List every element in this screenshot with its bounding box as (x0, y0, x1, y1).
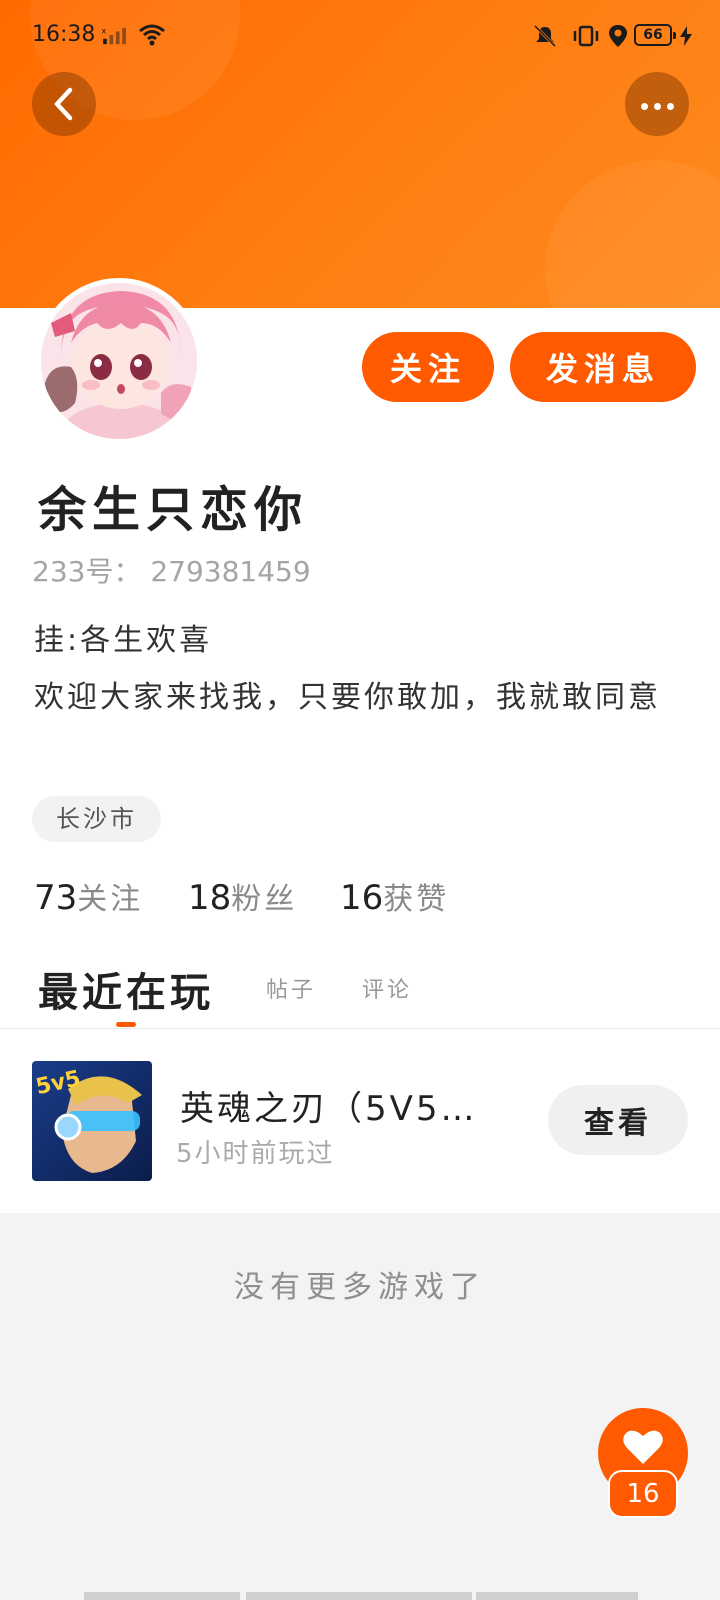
stat-label: 关注 (77, 882, 144, 917)
follow-button[interactable]: 关注 (362, 332, 494, 402)
game-list-item[interactable]: 5v5 英魂之刃（5V5… 5小时前玩过 查看 (0, 1029, 720, 1213)
stat-count: 73 (34, 878, 78, 918)
tab-posts[interactable]: 帖子 (266, 972, 316, 1004)
game-last-played: 5小时前玩过 (176, 1139, 335, 1169)
like-count-badge: 16 (608, 1470, 678, 1518)
bio-line: 挂:各生欢喜 (34, 623, 213, 658)
game-title: 英魂之刃（5V5… (180, 1089, 478, 1129)
bottom-edge-bar (476, 1592, 638, 1600)
tab-recently-played[interactable]: 最近在玩 (38, 960, 214, 1018)
game-cover-image: 5v5 (32, 1061, 152, 1181)
stat-likes[interactable]: 16获赞 (340, 874, 449, 918)
stat-following[interactable]: 73关注 (34, 874, 143, 918)
vibrate-icon (573, 25, 599, 47)
stat-count: 16 (340, 878, 384, 918)
location-pin-icon (609, 25, 627, 47)
send-message-button[interactable]: 发消息 (510, 332, 696, 402)
view-game-button[interactable]: 查看 (548, 1085, 688, 1155)
user-id: 233号： 279381459 (32, 555, 311, 588)
profile-page: 16:38 x 66 关注 发消息 余生只恋你 233号： 279381459 … (0, 0, 720, 1600)
bottom-edge-bar (246, 1592, 472, 1600)
bio-line: 欢迎大家来找我，只要你敢加，我就敢同意 (34, 680, 661, 715)
profile-header: 16:38 x 66 (0, 0, 720, 308)
user-bio: 挂:各生欢喜 欢迎大家来找我，只要你敢加，我就敢同意 (34, 612, 694, 726)
stat-count: 18 (188, 878, 232, 918)
empty-list-note: 没有更多游戏了 (234, 1270, 486, 1305)
heart-icon (623, 1430, 663, 1464)
stat-followers[interactable]: 18粉丝 (188, 874, 297, 918)
anime-girl-avatar-image (41, 283, 197, 439)
stat-label: 粉丝 (231, 882, 298, 917)
status-time: 16:38 (32, 22, 96, 47)
more-button[interactable] (625, 72, 689, 136)
tab-comments[interactable]: 评论 (362, 972, 412, 1004)
profile-tabs: 最近在玩 帖子 评论 (0, 960, 720, 1030)
location-tag: 长沙市 (32, 796, 161, 842)
user-name: 余生只恋你 (38, 482, 309, 538)
chevron-left-icon (54, 87, 73, 121)
back-button[interactable] (32, 72, 96, 136)
game-icon: 5v5 (32, 1061, 152, 1181)
more-horizontal-icon (638, 95, 677, 114)
stat-label: 获赞 (383, 882, 450, 917)
signal-icon: x (101, 26, 126, 45)
bottom-edge-bar (84, 1592, 240, 1600)
mute-bell-icon (533, 24, 557, 48)
active-tab-indicator (116, 1022, 136, 1027)
decorative-circle (545, 160, 720, 308)
wifi-icon (139, 24, 165, 46)
svg-text:x: x (101, 26, 106, 35)
battery-indicator: 66 (634, 24, 676, 46)
avatar[interactable] (36, 278, 202, 444)
charging-icon (680, 26, 692, 46)
status-bar: 16:38 x 66 (0, 0, 720, 72)
